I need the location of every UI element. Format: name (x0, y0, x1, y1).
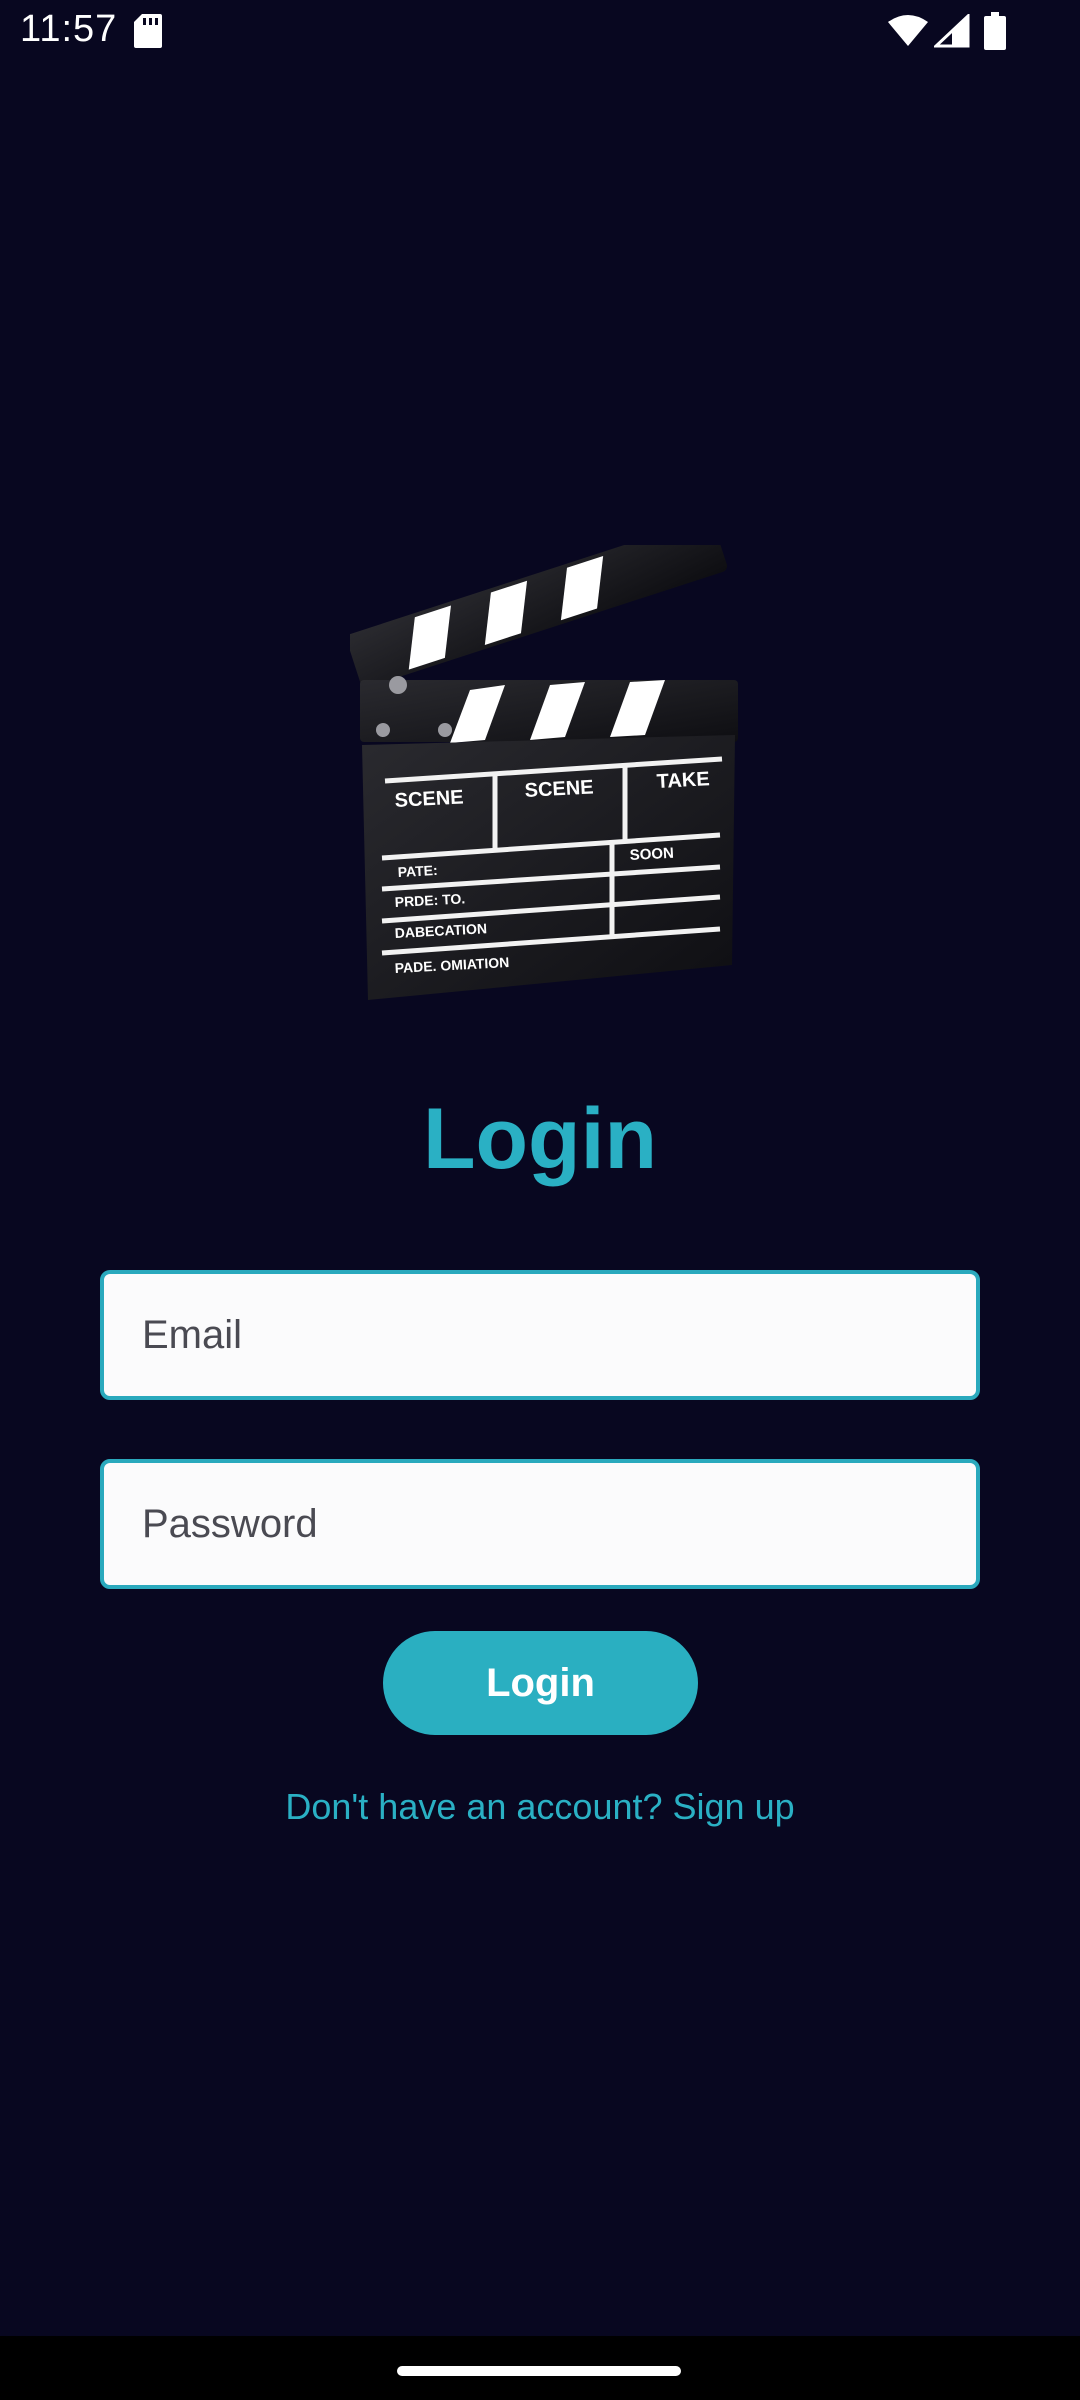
clapperboard-icon: SCENE SCENE TAKE PATE: SOON PRDE: TO. DA… (350, 545, 738, 1000)
svg-text:SOON: SOON (629, 845, 674, 864)
sd-card-icon (134, 14, 162, 48)
svg-text:SCENE: SCENE (524, 776, 594, 802)
battery-icon (984, 12, 1006, 50)
wifi-icon (888, 15, 928, 46)
navigation-bar (0, 2336, 1080, 2400)
svg-text:SCENE: SCENE (394, 786, 464, 812)
page-title: Login (422, 1091, 658, 1187)
signal-icon (934, 14, 970, 48)
password-field[interactable] (100, 1459, 980, 1589)
signup-link[interactable]: Don't have an account? Sign up (0, 1786, 1080, 1828)
svg-text:PATE:: PATE: (397, 862, 438, 880)
home-handle[interactable] (397, 2366, 681, 2376)
login-button[interactable]: Login (383, 1631, 698, 1735)
status-bar: 11:57 (0, 0, 1080, 64)
svg-text:TAKE: TAKE (656, 768, 710, 793)
status-time: 11:57 (20, 8, 118, 50)
email-field[interactable] (100, 1270, 980, 1400)
